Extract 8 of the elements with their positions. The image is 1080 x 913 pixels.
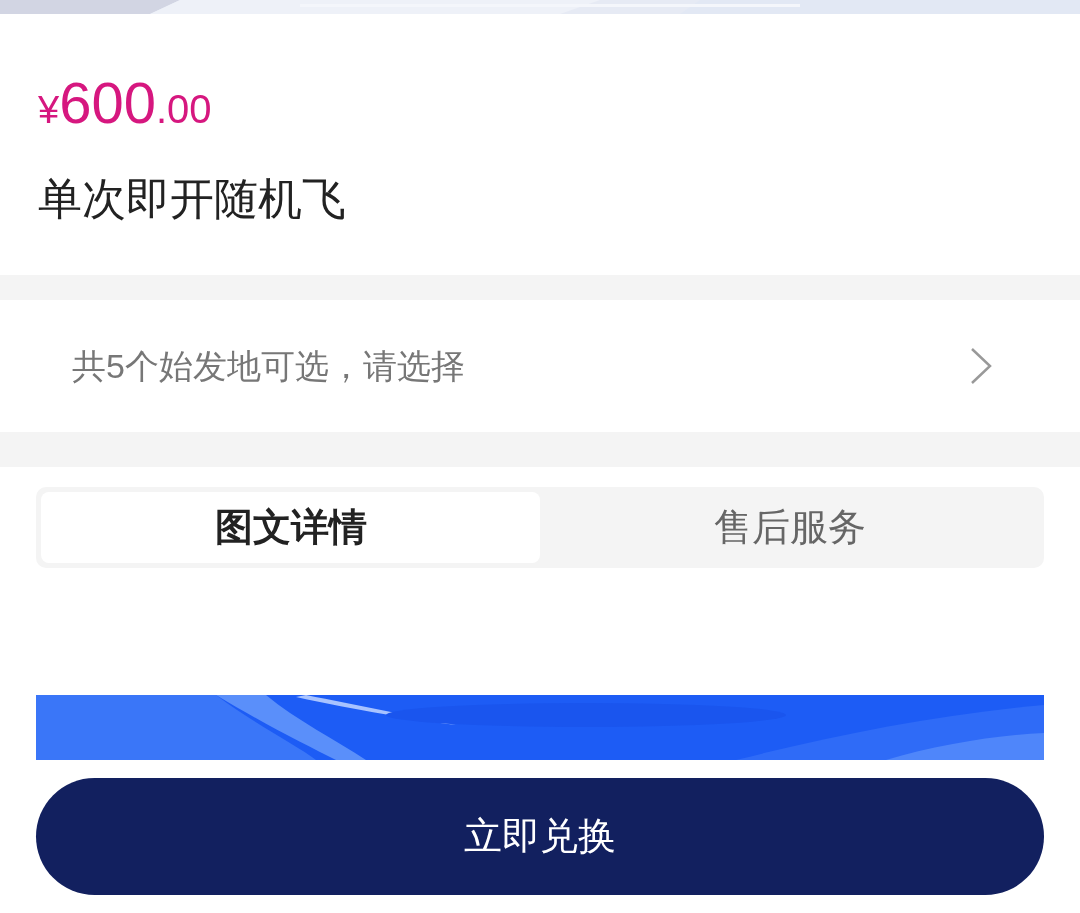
redeem-button[interactable]: 立即兑换 xyxy=(36,778,1044,895)
price: 600 xyxy=(59,74,156,132)
currency-symbol: ¥ xyxy=(38,89,60,133)
tab[interactable]: 售后服务 xyxy=(540,492,1039,563)
price-decimal: .00 xyxy=(155,89,212,129)
tab[interactable]: 图文详情 xyxy=(41,492,540,563)
chevron-right-icon xyxy=(970,347,992,385)
product-title: 单次即开随机飞 xyxy=(38,177,346,221)
